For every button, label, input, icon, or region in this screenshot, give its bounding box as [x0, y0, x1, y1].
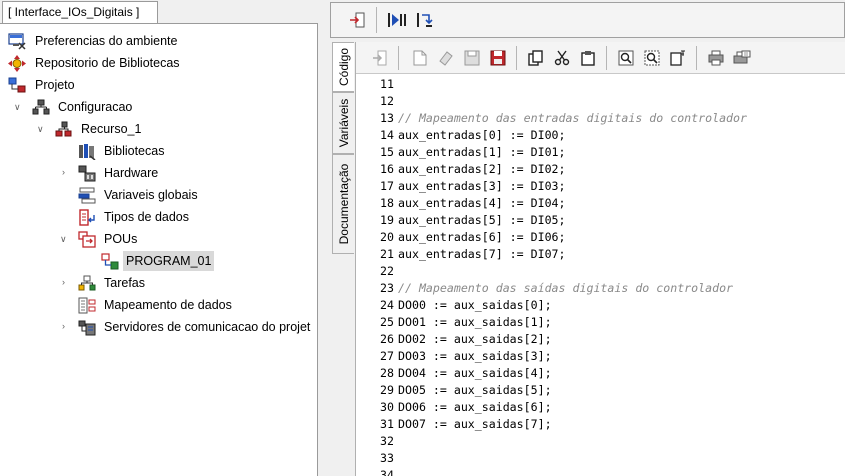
save-all-icon[interactable]	[486, 46, 510, 70]
line-number: 18	[380, 196, 394, 210]
line-number: 23	[380, 281, 394, 295]
pou-folder-icon	[78, 231, 96, 248]
line-number: 15	[380, 145, 394, 159]
editor-toolbar	[356, 42, 845, 74]
servers-icon	[78, 320, 96, 336]
hardware-icon	[78, 165, 96, 182]
step-icon[interactable]	[413, 8, 437, 32]
preferences-icon	[8, 33, 26, 50]
line-number: 34	[380, 468, 394, 476]
paste-icon[interactable]	[576, 46, 600, 70]
side-tabs: Código Variáveis Documentação	[332, 42, 354, 476]
line-number: 25	[380, 315, 394, 329]
line-number: 21	[380, 247, 394, 261]
chevron-right-icon[interactable]: ›	[62, 168, 71, 177]
line-number: 28	[380, 366, 394, 380]
line-number: 12	[380, 94, 394, 108]
goto-icon[interactable]	[666, 46, 690, 70]
chevron-right-icon[interactable]: ›	[62, 322, 71, 331]
code-text: DO02 := aux_saidas[2];	[398, 332, 552, 346]
editor-panel: Código Variáveis Documentação 11 12 13 /…	[328, 0, 845, 476]
chevron-down-icon[interactable]: ∨	[14, 103, 23, 112]
chevron-down-icon[interactable]: ∨	[60, 235, 69, 244]
toolbar-separator	[606, 46, 607, 70]
repository-icon	[8, 55, 26, 72]
line-number: 32	[380, 434, 394, 448]
configuration-icon	[32, 99, 50, 115]
line-number: 27	[380, 349, 394, 363]
pane-splitter[interactable]	[318, 0, 328, 476]
line-number: 33	[380, 451, 394, 465]
code-text: DO07 := aux_saidas[7];	[398, 417, 552, 431]
code-text: DO04 := aux_saidas[4];	[398, 366, 552, 380]
code-text: aux_entradas[2] := DI02;	[398, 162, 566, 176]
replace-icon[interactable]	[640, 46, 664, 70]
code-text: DO03 := aux_saidas[3];	[398, 349, 552, 363]
variables-icon	[78, 187, 96, 204]
tasks-icon	[78, 275, 96, 291]
save-icon[interactable]	[460, 46, 484, 70]
program-icon	[101, 253, 119, 270]
code-text: DO06 := aux_saidas[6];	[398, 400, 552, 414]
data-types-icon	[79, 209, 95, 226]
toolbar-separator	[696, 46, 697, 70]
line-number: 17	[380, 179, 394, 193]
toolbar-separator	[516, 46, 517, 70]
line-number: 22	[380, 264, 394, 278]
selected-label: PROGRAM_01	[123, 251, 215, 271]
code-text: aux_entradas[1] := DI01;	[398, 145, 566, 159]
print-icon[interactable]	[704, 46, 728, 70]
tab-variables[interactable]: Variáveis	[332, 92, 354, 154]
data-mapping-icon	[78, 297, 96, 314]
code-text: aux_entradas[0] := DI00;	[398, 128, 566, 142]
project-tab[interactable]: [ Interface_IOs_Digitais ]	[2, 1, 158, 23]
code-text: aux_entradas[6] := DI06;	[398, 230, 566, 244]
run-icon[interactable]	[385, 8, 409, 32]
code-text: DO01 := aux_saidas[1];	[398, 315, 552, 329]
project-explorer: [ Interface_IOs_Digitais ] Preferencias …	[0, 0, 328, 476]
code-comment: // Mapeamento das entradas digitais do c…	[398, 111, 748, 125]
code-text: DO00 := aux_saidas[0];	[398, 298, 552, 312]
tab-code[interactable]: Código	[332, 42, 354, 92]
code-text: aux_entradas[3] := DI03;	[398, 179, 566, 193]
code-editor: 11 12 13 // Mapeamento das entradas digitai…	[355, 42, 845, 476]
ide-window: [ Interface_IOs_Digitais ] Preferencias …	[0, 0, 845, 476]
code-text: DO05 := aux_saidas[5];	[398, 383, 552, 397]
line-number: 31	[380, 417, 394, 431]
line-number: 19	[380, 213, 394, 227]
cut-icon[interactable]	[550, 46, 574, 70]
project-icon	[8, 77, 26, 93]
books-icon	[79, 144, 96, 160]
print-preview-icon[interactable]	[730, 46, 754, 70]
line-number: 14	[380, 128, 394, 142]
tab-documentation[interactable]: Documentação	[332, 154, 354, 254]
line-number: 26	[380, 332, 394, 346]
find-icon[interactable]	[614, 46, 638, 70]
top-toolbar	[330, 2, 845, 38]
code-text: aux_entradas[5] := DI05;	[398, 213, 566, 227]
line-number: 29	[380, 383, 394, 397]
copy-icon[interactable]	[524, 46, 548, 70]
toolbar-separator	[398, 46, 399, 70]
resource-icon	[55, 121, 72, 137]
line-number: 11	[380, 77, 394, 91]
line-number: 30	[380, 400, 394, 414]
code-text: aux_entradas[4] := DI04;	[398, 196, 566, 210]
code-comment: // Mapeamento das saídas digitais do con…	[398, 281, 734, 295]
project-tree: Preferencias do ambiente Repositorio de …	[0, 23, 318, 476]
chevron-right-icon[interactable]: ›	[62, 278, 71, 287]
line-number: 24	[380, 298, 394, 312]
eraser-icon[interactable]	[434, 46, 458, 70]
line-number: 20	[380, 230, 394, 244]
toolbar-separator	[376, 7, 377, 33]
exit-icon[interactable]	[345, 8, 369, 32]
new-file-icon[interactable]	[408, 46, 432, 70]
exit-icon[interactable]	[368, 46, 392, 70]
line-number: 13	[380, 111, 394, 125]
code-text: aux_entradas[7] := DI07;	[398, 247, 566, 261]
line-number: 16	[380, 162, 394, 176]
code-area[interactable]: 11 12 13 // Mapeamento das entradas digitai…	[356, 76, 845, 476]
chevron-down-icon[interactable]: ∨	[37, 125, 46, 134]
